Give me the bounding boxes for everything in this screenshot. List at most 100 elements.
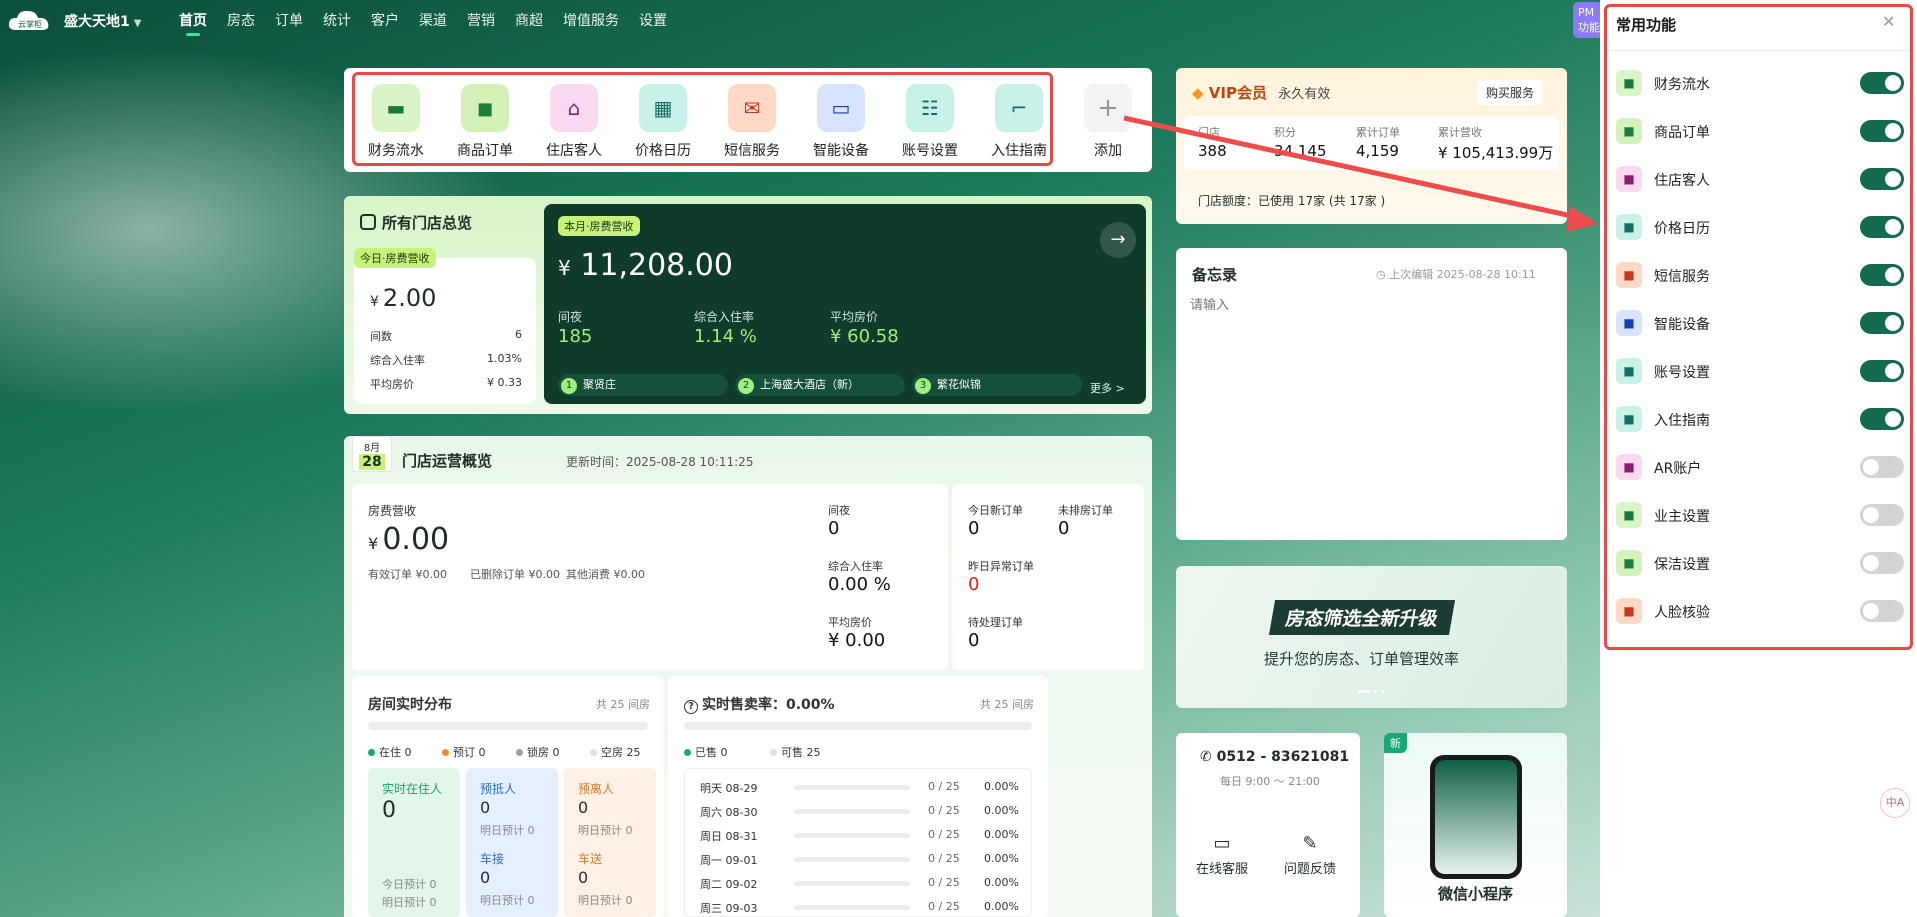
distribution-bar [368,722,648,730]
sales-rate: 0.00% [984,900,1019,913]
buy-service-button[interactable]: 购买服务 [1478,80,1543,105]
online-support-button[interactable]: ▭ 在线客服 [1192,833,1252,877]
top-store-2[interactable]: 3 繁花似锦 [912,374,1082,396]
nav-item-6[interactable]: 营销 [467,10,495,30]
ops-stat-label: 综合入住率 [828,560,883,573]
order-stat-value[interactable]: 0 [1058,518,1069,539]
highlight-box [352,72,1053,166]
legend-item: 在住 0 [368,744,412,760]
legend-dot [442,749,449,756]
logo: 云掌柜 [8,10,49,30]
store-name: 聚贤庄 [583,378,616,391]
nav-item-7[interactable]: 商超 [515,10,543,30]
top-store-0[interactable]: 1 聚贤庄 [558,374,728,396]
nav-item-3[interactable]: 统计 [323,10,351,30]
top-store-1[interactable]: 2 上海盛大酒店（新） [735,374,905,396]
sales-rate: 0.00% [984,828,1019,841]
nav-item-4[interactable]: 客户 [371,10,399,30]
sales-count: 0 / 25 [928,828,960,841]
today-revenue-box: 今日·房费营收 ¥2.00 间数 6 综合入住率 1.03% 平均房价 ¥ 0.33 [354,248,536,404]
today-tag: 今日·房费营收 [354,248,436,268]
ops-stat-value: 0 [828,518,840,539]
distribution-box[interactable]: 预抵人 0 明日预计 0 车接 0 明日预计 0 [466,768,558,917]
clock-icon: ◷ [1376,268,1386,281]
sales-date: 周二 09-02 [700,878,758,891]
box-title: 预离人 [578,782,615,796]
sales-total: 共 25 间房 [980,698,1034,711]
sales-row-bar [794,833,910,838]
today-revenue: ¥2.00 [370,284,437,312]
orders-pane: 今日新订单 0 未排房订单 0 昨日异常订单 0 待处理订单 0 [952,484,1144,670]
nav-item-5[interactable]: 渠道 [419,10,447,30]
nav-item-8[interactable]: 增值服务 [563,10,619,30]
month-revenue-box: 本月·房费营收 ¥ 11,208.00 → 间夜 185 综合入住率 1.14 % 平均… [544,204,1146,404]
new-badge: 新 [1384,733,1407,753]
distribution-box[interactable]: 实时在住人 0 今日预计 0 明日预计 0 [368,768,460,917]
legend-dot [590,749,597,756]
support-phone: ✆ 0512 - 83621081 [1200,749,1350,765]
sales-rate: 0.00% [984,780,1019,793]
pm-badge[interactable]: PM 功能 [1573,2,1603,38]
memo-input[interactable] [1190,294,1552,524]
rank-number: 3 [915,378,931,394]
sales-row-bar [794,785,910,790]
rank-number: 1 [561,378,577,394]
order-stat-value[interactable]: 0 [968,630,979,651]
promo-banner[interactable]: 房态筛选全新升级 提升您的房态、订单管理效率 [1176,566,1567,708]
box-title: 车接 [480,852,505,866]
support-card: ✆ 0512 - 83621081 每日 9:00 ～ 21:00 ▭ 在线客服 … [1176,733,1360,917]
sales-rate: 0.00% [984,804,1019,817]
box-sub: 今日预计 0 [382,878,437,891]
order-stat-value[interactable]: 0 [968,574,979,595]
sales-count: 0 / 25 [928,780,960,793]
order-stat-label: 未排房订单 [1058,504,1113,517]
store-name: 繁花似锦 [937,378,981,391]
chevron-down-icon: ▼ [133,18,142,29]
order-stat-value[interactable]: 0 [968,518,979,539]
order-stat-label: 今日新订单 [968,504,1023,517]
legend-item: 预订 0 [442,744,486,760]
top-nav: 云掌柜 盛大天地1 ▼ 首页 房态 订单 统计 客户 渠道 营销 商超 增值服务 设置 PM 功能 [0,0,1603,42]
month-stat-label: 综合入住率 [694,310,755,324]
sales-title: ? 实时售卖率：0.00% [684,694,835,714]
store-icon [360,214,376,230]
svg-text:云掌柜: 云掌柜 [18,19,42,29]
nav-item-9[interactable]: 设置 [639,10,667,30]
vip-title: ◆ VIP会员 永久有效 [1192,84,1331,102]
sales-date: 周三 09-03 [700,902,758,915]
revenue-pane: 房费营收 ¥ 0.00 有效订单 ¥0.00 已删除订单 ¥0.00 其他消费 ¥0… [352,484,948,670]
translate-icon[interactable]: 中A [1880,788,1910,818]
box-title: 实时在住人 [382,782,443,796]
help-icon: ? [684,700,698,714]
distribution-box[interactable]: 预离人 0 明日预计 0 车送 0 明日预计 0 [564,768,656,917]
store-name: 上海盛大酒店（新） [760,378,859,391]
overview-stat-value: ¥ 0.33 [487,376,522,389]
sales-date: 周日 08-31 [700,830,758,843]
phone-icon: ✆ [1200,749,1212,765]
carousel-dots[interactable] [1358,690,1384,694]
box-value: 0 [578,868,589,887]
mini-program-card[interactable]: 新 微信小程序 [1384,733,1567,917]
box-sub: 明日预计 0 [382,896,437,909]
sales-rate: 0.00% [984,852,1019,865]
banner-headline: 房态筛选全新升级 [1268,600,1456,635]
nav-item-0[interactable]: 首页 [179,10,207,30]
store-selector[interactable]: 盛大天地1 ▼ [64,11,141,31]
nav-item-2[interactable]: 订单 [275,10,303,30]
legend-item: 空房 25 [590,744,641,760]
sales-row-bar [794,809,910,814]
all-stores-overview: 所有门店总览 今日·房费营收 ¥2.00 间数 6 综合入住率 1.03% 平均房价 ¥ … [344,196,1152,414]
ops-title: 门店运营概览 [402,452,493,470]
revenue-label: 房费营收 [368,504,417,518]
sales-count: 0 / 25 [928,804,960,817]
sales-count: 0 / 25 [928,900,960,913]
realtime-sales: ? 实时售卖率：0.00% 共 25 间房 已售 0 可售 25 明天 08-29 0 / … [668,676,1048,917]
nav-item-1[interactable]: 房态 [227,10,255,30]
store-name: 盛大天地1 [64,14,130,30]
rank-number: 2 [738,378,754,394]
box-sub: 明日预计 0 [480,824,535,837]
more-link[interactable]: 更多 > [1090,380,1125,396]
distribution-total: 共 25 间房 [596,698,650,711]
feedback-button[interactable]: ✎ 问题反馈 [1280,833,1340,877]
ops-stat-value: 0.00 % [828,574,891,595]
